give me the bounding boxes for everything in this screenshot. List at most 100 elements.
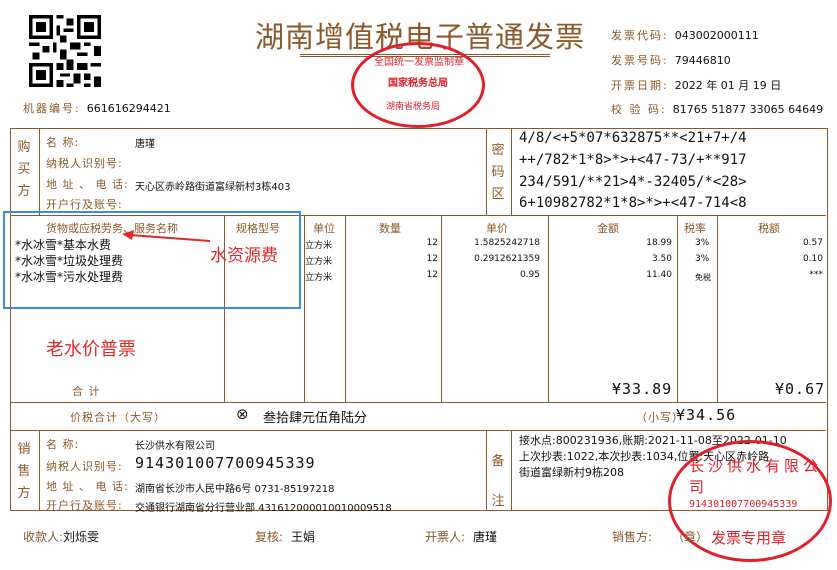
reviewer-value: 王娟: [291, 530, 316, 544]
header-rate: 税率: [684, 222, 706, 235]
item-unit: 立方米: [305, 257, 333, 267]
remarks-section-label: 备注: [491, 454, 505, 509]
buyer-taxid-label: 纳税人识别号:: [46, 157, 123, 170]
footer-payee: 收款人:刘烁雯: [23, 528, 99, 545]
divider: [39, 430, 40, 510]
stamp-bottom-text: 湖南省税务局: [386, 102, 441, 112]
arrow-icon: [122, 230, 211, 242]
divider: [11, 430, 826, 431]
grand-total-label: 价税合计（大写）: [70, 411, 166, 424]
seller-footer-label: 销售方:: [612, 530, 653, 544]
invoice-code: 发票代码: 043002000111: [611, 27, 759, 43]
item-amount: 11.40: [646, 270, 672, 280]
issue-date: 开票日期: 2022 年 01 月 19 日: [611, 77, 781, 93]
meta-value: 043002000111: [674, 29, 759, 42]
footer-drawer: 开票人: 唐瑾: [425, 528, 497, 545]
seller-name-label: 名 称:: [46, 438, 80, 451]
drawer-value: 唐瑾: [473, 530, 498, 544]
buyer-section-label: 购买方: [17, 140, 31, 199]
meta-value: 79446810: [674, 54, 731, 67]
item-amount: 18.99: [646, 238, 672, 248]
item-price: 1.5825242718: [474, 238, 540, 248]
seller-name-value: 长沙供水有限公司: [135, 441, 215, 452]
buyer-name-value: 唐瑾: [135, 139, 155, 150]
item-price: 0.95: [519, 270, 540, 280]
qr-code: [29, 15, 101, 87]
divider: [11, 402, 826, 403]
stamp-middle-text: 国家税务总局: [388, 78, 448, 89]
drawer-label: 开票人:: [425, 530, 466, 544]
divider: [717, 215, 718, 402]
item-rate: 3%: [695, 238, 710, 248]
divider: [441, 215, 442, 402]
cipher-line: ++/782*1*8>*>+<47-73/+**917: [519, 152, 747, 168]
machine-number-label: 机器编号:: [23, 102, 81, 115]
item-qty: 12: [426, 254, 438, 264]
machine-number-value: 661616294421: [86, 102, 171, 115]
stamp-outer-text: 全国统一发票监制章: [374, 57, 464, 68]
item-rate: 免税: [695, 273, 711, 282]
seller-taxid-value: 914301007700945339: [135, 454, 316, 472]
meta-label: 校 验 码:: [611, 103, 667, 116]
payee-label: 收款人:: [23, 530, 64, 544]
divider: [39, 129, 40, 215]
total-label: 合 计: [72, 385, 101, 398]
item-qty: 12: [426, 270, 438, 280]
footer-seller: 销售方: （章）: [612, 528, 708, 545]
divider: [677, 215, 678, 402]
close-circle-icon: ⊗: [236, 405, 249, 423]
seller-section-label: 销售方: [17, 442, 31, 501]
seal-bottom-text: 发票专用章: [711, 529, 787, 547]
item-tax: 0.10: [802, 254, 823, 264]
item-unit: 立方米: [305, 273, 333, 283]
old-price-annotation: 老水价普票: [46, 339, 136, 360]
cipher-line: 6+10982782*1*8>*>+<47-714<8: [519, 195, 747, 211]
buyer-address-label: 地 址 、 电 话:: [46, 178, 129, 191]
meta-value: 81765 51877 33065 64649: [672, 103, 824, 116]
total-tax: ¥0.67: [775, 380, 826, 398]
meta-value: 2022 年 01 月 19 日: [674, 79, 782, 92]
meta-label: 开票日期:: [611, 79, 669, 92]
machine-number: 机器编号: 661616294421: [23, 100, 171, 116]
divider: [345, 215, 346, 402]
payee-value: 刘烁雯: [63, 530, 100, 544]
item-tax: 0.57: [802, 238, 823, 248]
item-tax: ***: [809, 270, 824, 280]
divider: [486, 430, 487, 510]
divider: [511, 129, 512, 215]
header-tax: 税额: [758, 222, 780, 235]
seller-address-label: 地 址 、 电 话:: [46, 480, 129, 493]
cipher-line: 4/8/<+5*07*632875**<21+7+/4: [519, 130, 747, 146]
meta-label: 发票号码:: [611, 54, 669, 67]
header-qty: 数量: [379, 222, 401, 235]
item-amount: 3.50: [651, 254, 672, 264]
remarks-line: 街道富绿新村9栋208: [519, 466, 624, 479]
item-price: 0.2912621359: [474, 254, 540, 264]
cipher-section-label: 密码区: [491, 143, 505, 202]
seller-taxid-label: 纳税人识别号:: [46, 460, 123, 473]
meta-label: 发票代码:: [611, 29, 669, 42]
buyer-name-label: 名 称:: [46, 136, 80, 149]
seller-address-value: 湖南省长沙市人民中路6号 0731-85197218: [135, 484, 335, 495]
seal-arc-text: 长沙供水有限公司: [689, 457, 823, 496]
cipher-line: 234/591/**21>4*-32405/*<28>: [519, 174, 747, 190]
footer-reviewer: 复核: 王娟: [255, 528, 315, 545]
water-resource-annotation: 水资源费: [210, 246, 278, 266]
seller-bank-value: 交通银行湖南省分行营业部 431612000010010009518: [135, 503, 392, 514]
tax-bureau-stamp: 全国统一发票监制章 国家税务总局 湖南省税务局: [351, 42, 485, 128]
buyer-bank-label: 开户行及账号:: [46, 198, 123, 211]
buyer-address-value: 天心区赤岭路街道富绿新村3栋403: [135, 182, 291, 193]
seller-bank-label: 开户行及账号:: [46, 499, 123, 512]
seller-footer-mark: （章）: [672, 530, 709, 544]
total-amount: ¥33.89: [612, 380, 673, 398]
divider: [486, 129, 487, 215]
divider: [548, 215, 549, 402]
grand-total-lower: ¥34.56: [676, 406, 737, 424]
check-code: 校 验 码: 81765 51877 33065 64649: [611, 101, 823, 117]
invoice-number: 发票号码: 79446810: [611, 52, 731, 68]
header-unit: 单位: [313, 222, 335, 235]
header-amount: 金额: [597, 222, 619, 235]
seal-number: 914301007700945339: [689, 499, 798, 510]
item-rate: 3%: [695, 254, 710, 264]
header-price: 单价: [486, 222, 508, 235]
